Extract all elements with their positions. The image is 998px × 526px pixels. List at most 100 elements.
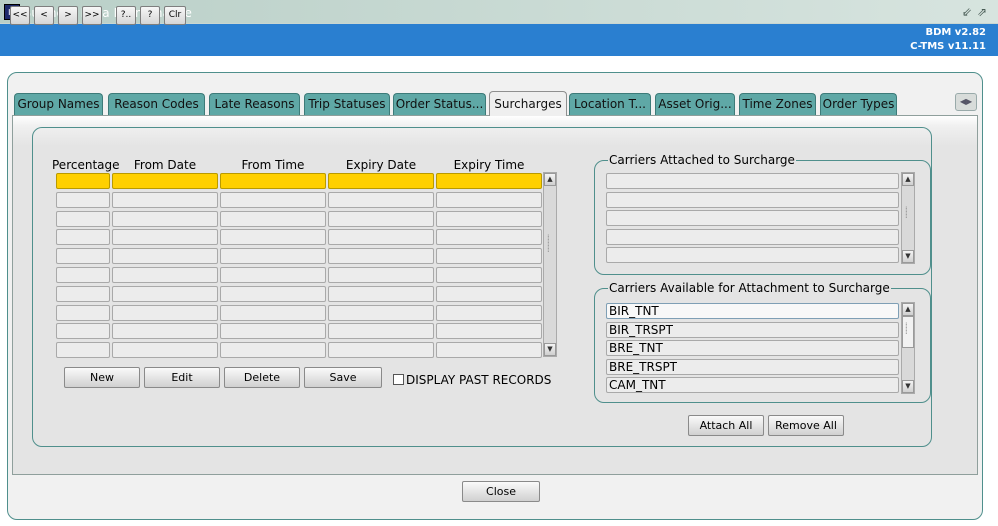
table-cell[interactable] bbox=[56, 173, 110, 189]
delete-button[interactable]: Delete bbox=[224, 367, 300, 388]
minimize-icon[interactable]: ⇙ bbox=[962, 5, 972, 19]
attached-carrier-item[interactable] bbox=[606, 191, 899, 208]
scroll-down-icon[interactable]: ▼ bbox=[902, 250, 914, 263]
table-cell[interactable] bbox=[436, 229, 542, 245]
edit-button[interactable]: Edit bbox=[144, 367, 220, 388]
table-cell[interactable] bbox=[328, 342, 434, 358]
table-cell[interactable] bbox=[328, 286, 434, 302]
attached-carrier-item[interactable] bbox=[606, 247, 899, 264]
next-record-button[interactable]: > bbox=[58, 6, 78, 25]
table-cell[interactable] bbox=[112, 323, 218, 339]
table-cell[interactable] bbox=[220, 192, 326, 208]
table-cell[interactable] bbox=[436, 286, 542, 302]
table-cell[interactable] bbox=[56, 248, 110, 264]
table-cell[interactable] bbox=[220, 305, 326, 321]
scroll-grip-icon[interactable]: ⁞ ⁞ ⁞ bbox=[547, 234, 550, 254]
first-record-button[interactable]: << bbox=[10, 6, 30, 25]
tab-surcharges[interactable]: Surcharges bbox=[489, 91, 567, 116]
table-cell[interactable] bbox=[328, 267, 434, 283]
table-cell[interactable] bbox=[220, 248, 326, 264]
table-cell[interactable] bbox=[436, 173, 542, 189]
table-cell[interactable] bbox=[56, 305, 110, 321]
tab-order-types[interactable]: Order Types bbox=[820, 93, 897, 115]
table-cell[interactable] bbox=[56, 323, 110, 339]
scroll-up-icon[interactable]: ▲ bbox=[544, 173, 556, 186]
table-cell[interactable] bbox=[328, 192, 434, 208]
table-cell[interactable] bbox=[220, 173, 326, 189]
table-cell[interactable] bbox=[220, 286, 326, 302]
table-cell[interactable] bbox=[328, 173, 434, 189]
scroll-down-icon[interactable]: ▼ bbox=[902, 380, 914, 393]
scroll-grip-icon[interactable]: ⁞ ⁞ bbox=[905, 322, 908, 336]
table-cell[interactable] bbox=[112, 211, 218, 227]
table-cell[interactable] bbox=[436, 342, 542, 358]
table-cell[interactable] bbox=[112, 173, 218, 189]
attached-carrier-item[interactable] bbox=[606, 210, 899, 227]
remove-all-button[interactable]: Remove All bbox=[768, 415, 844, 436]
table-cell[interactable] bbox=[56, 229, 110, 245]
available-carrier-item[interactable]: CAM_TNT bbox=[606, 377, 899, 394]
display-past-records-checkbox[interactable] bbox=[393, 374, 404, 385]
table-cell[interactable] bbox=[436, 192, 542, 208]
query-button[interactable]: ?.. bbox=[116, 6, 136, 25]
save-button[interactable]: Save bbox=[304, 367, 382, 388]
scroll-grip-icon[interactable]: ⁞ ⁞ bbox=[905, 206, 908, 220]
table-cell[interactable] bbox=[112, 192, 218, 208]
table-cell[interactable] bbox=[436, 305, 542, 321]
attached-scrollbar[interactable]: ▲ ⁞ ⁞ ▼ bbox=[901, 172, 915, 264]
table-cell[interactable] bbox=[220, 323, 326, 339]
table-cell[interactable] bbox=[56, 267, 110, 283]
table-cell[interactable] bbox=[56, 211, 110, 227]
close-button[interactable]: Close bbox=[462, 481, 540, 502]
table-cell[interactable] bbox=[56, 342, 110, 358]
help-button[interactable]: ? bbox=[140, 6, 160, 25]
tab-reason-codes[interactable]: Reason Codes bbox=[108, 93, 205, 115]
scroll-up-icon[interactable]: ▲ bbox=[902, 303, 914, 316]
tab-scroll-arrows-icon[interactable]: ◀▶ bbox=[955, 93, 977, 111]
table-cell[interactable] bbox=[328, 211, 434, 227]
table-cell[interactable] bbox=[112, 248, 218, 264]
tab-location-types[interactable]: Location T... bbox=[569, 93, 651, 115]
table-cell[interactable] bbox=[56, 286, 110, 302]
table-cell[interactable] bbox=[112, 305, 218, 321]
scroll-up-icon[interactable]: ▲ bbox=[902, 173, 914, 186]
available-scrollbar[interactable]: ▲ ⁞ ⁞ ▼ bbox=[901, 302, 915, 394]
table-cell[interactable] bbox=[220, 267, 326, 283]
table-cell[interactable] bbox=[56, 192, 110, 208]
table-cell[interactable] bbox=[112, 229, 218, 245]
available-carrier-item[interactable]: BIR_TNT bbox=[606, 303, 899, 319]
tab-order-status[interactable]: Order Status... bbox=[393, 93, 486, 115]
table-cell[interactable] bbox=[328, 323, 434, 339]
tab-group-names[interactable]: Group Names bbox=[14, 93, 103, 115]
table-cell[interactable] bbox=[436, 267, 542, 283]
table-cell[interactable] bbox=[112, 286, 218, 302]
tab-asset-origins[interactable]: Asset Orig... bbox=[655, 93, 735, 115]
table-cell[interactable] bbox=[436, 323, 542, 339]
available-carrier-item[interactable]: BRE_TRSPT bbox=[606, 358, 899, 375]
attached-carrier-item[interactable] bbox=[606, 228, 899, 245]
scroll-thumb[interactable] bbox=[902, 316, 914, 348]
previous-record-button[interactable]: < bbox=[34, 6, 54, 25]
new-button[interactable]: New bbox=[64, 367, 140, 388]
table-cell[interactable] bbox=[220, 342, 326, 358]
table-cell[interactable] bbox=[328, 305, 434, 321]
available-carrier-item[interactable]: BRE_TNT bbox=[606, 340, 899, 357]
table-cell[interactable] bbox=[112, 342, 218, 358]
table-cell[interactable] bbox=[220, 211, 326, 227]
last-record-button[interactable]: >> bbox=[82, 6, 102, 25]
tab-late-reasons[interactable]: Late Reasons bbox=[209, 93, 300, 115]
table-cell[interactable] bbox=[328, 229, 434, 245]
table-cell[interactable] bbox=[436, 248, 542, 264]
clear-button[interactable]: Clr bbox=[164, 6, 186, 25]
table-cell[interactable] bbox=[112, 267, 218, 283]
table-cell[interactable] bbox=[436, 211, 542, 227]
table-scrollbar[interactable]: ▲ ⁞ ⁞ ⁞ ▼ bbox=[543, 172, 557, 357]
table-cell[interactable] bbox=[220, 229, 326, 245]
tab-time-zones[interactable]: Time Zones bbox=[739, 93, 816, 115]
scroll-down-icon[interactable]: ▼ bbox=[544, 343, 556, 356]
maximize-icon[interactable]: ⇗ bbox=[977, 5, 987, 19]
attach-all-button[interactable]: Attach All bbox=[688, 415, 764, 436]
available-carrier-item[interactable]: BIR_TRSPT bbox=[606, 321, 899, 338]
table-cell[interactable] bbox=[328, 248, 434, 264]
tab-trip-statuses[interactable]: Trip Statuses bbox=[304, 93, 390, 115]
